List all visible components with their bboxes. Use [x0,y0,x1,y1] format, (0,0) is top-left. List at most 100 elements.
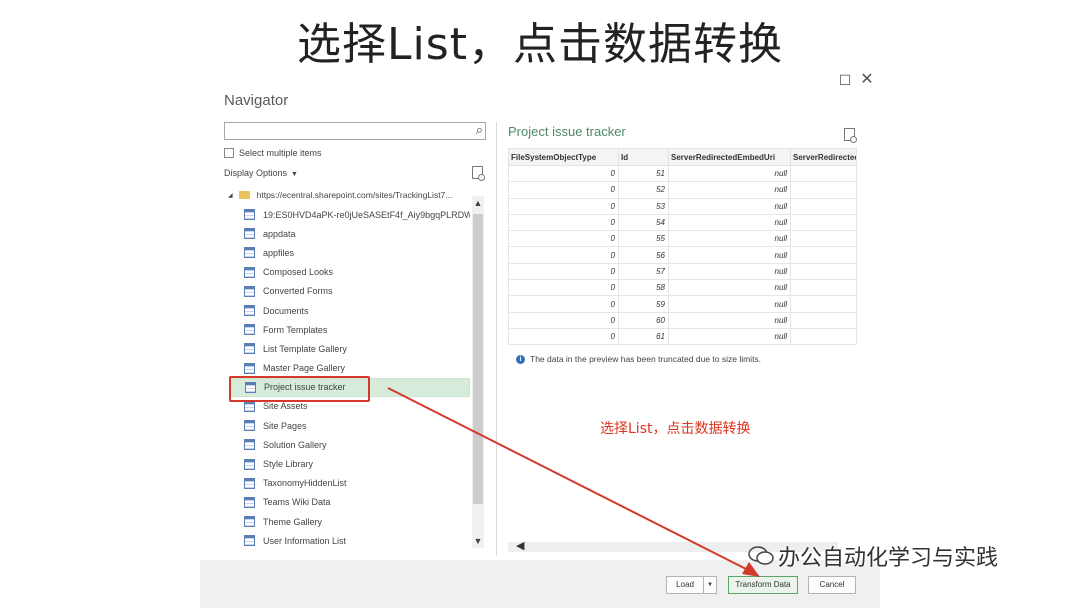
table-icon [244,285,255,297]
slide-title: 选择List，点击数据转换 [297,19,783,70]
table-cell: 57 [618,262,669,281]
table-cell: 0 [508,262,619,281]
scroll-down-icon[interactable]: ▼ [472,536,484,546]
display-options-dropdown[interactable]: Display Options ▼ [224,168,298,178]
table-row: 0 56 null [508,246,857,264]
table-cell: null [668,295,791,313]
table-cell: 0 [508,295,619,313]
search-icon[interactable]: ⌕ [476,122,483,138]
select-multiple-checkbox[interactable] [224,148,234,158]
table-icon [244,496,255,508]
close-icon[interactable]: ✕ [860,69,874,89]
table-row: 0 58 null [508,279,857,297]
display-options-label: Display Options [224,168,288,178]
select-multiple-row[interactable]: Select multiple items [224,148,322,158]
cancel-button[interactable]: Cancel [808,576,856,594]
table-cell: 51 [618,164,669,183]
table-cell: null [668,230,791,248]
selection-highlight-box [229,376,370,402]
table-cell: 52 [618,181,669,199]
tree-item-label: Teams Wiki Data [263,497,331,508]
transform-data-button[interactable]: Transform Data [728,576,798,594]
refresh-document-icon[interactable] [472,166,485,181]
table-cell [790,213,857,232]
column-header[interactable]: ServerRedirectec [790,148,857,166]
tree-item[interactable]: Teams Wiki Data [230,493,470,512]
table-cell [790,311,857,329]
tree-item-label: Site Pages [263,420,307,431]
navigator-dialog: ☐ ✕ Navigator ⌕ Select multiple items Di… [200,66,880,608]
tree-item[interactable]: Site Pages [230,416,470,435]
select-multiple-label: Select multiple items [239,148,322,158]
table-row: 0 52 null [508,181,857,199]
table-icon [244,343,255,355]
tree-root[interactable]: ◢ https://ecentral.sharepoint.com/sites/… [228,190,452,200]
preview-table: FileSystemObjectType Id ServerRedirectedEm… [508,148,857,346]
table-icon [244,324,255,336]
table-cell: 55 [618,230,669,248]
table-row: 0 60 null [508,311,857,329]
table-cell: 0 [508,197,619,215]
column-header[interactable]: Id [618,148,669,166]
tree-item[interactable]: Documents [230,301,470,320]
tree-root-label: https://ecentral.sharepoint.com/sites/Tr… [256,190,453,200]
expand-triangle-icon[interactable]: ◢ [228,192,233,199]
tree-item[interactable]: User Information List [230,531,470,550]
column-header[interactable]: FileSystemObjectType [508,148,619,166]
tree-item[interactable]: TaxonomyHiddenList [230,474,470,493]
tree-item-label: Composed Looks [263,267,334,278]
tree-item[interactable]: List Template Gallery [230,339,470,358]
navigator-scrollbar[interactable]: ▲ ▼ [472,196,484,548]
search-input[interactable]: ⌕ [224,122,486,140]
tree-item-label: Form Templates [263,324,328,335]
tree-item[interactable]: appdata [230,224,470,243]
tree-item[interactable]: Converted Forms [230,282,470,301]
table-cell [790,230,857,248]
table-icon [244,305,255,317]
table-icon [244,228,255,240]
load-button[interactable]: Load [666,576,704,594]
tree-item[interactable]: Theme Gallery [230,512,470,531]
folder-icon [238,191,250,199]
truncated-note: The data in the preview has been truncat… [530,354,762,364]
table-cell: null [668,197,791,215]
table-cell: null [668,311,791,329]
column-header[interactable]: ServerRedirectedEmbedUri [668,148,791,166]
scroll-up-icon[interactable]: ▲ [472,198,484,208]
table-icon [244,477,255,489]
table-cell: 0 [508,311,619,329]
table-icon [244,362,255,374]
table-cell: 0 [508,230,619,248]
maximize-icon[interactable]: ☐ [838,72,852,89]
tree-item-label: appdata [263,228,296,239]
tree-item-label: Theme Gallery [263,516,323,527]
table-icon [244,400,255,412]
tree-item[interactable]: Master Page Gallery [230,359,470,378]
scroll-left-icon[interactable]: ◀ [516,539,524,552]
tree-item[interactable]: Form Templates [230,320,470,339]
wechat-icon [748,546,774,565]
table-row: 0 57 null [508,262,857,281]
caret-down-icon: ▼ [291,171,298,178]
table-cell: null [668,262,791,281]
table-row: 0 61 null [508,327,857,346]
table-icon [244,266,255,278]
tree-item[interactable]: Solution Gallery [230,435,470,454]
tree-item-label: Style Library [263,459,314,470]
tree-item-label: Converted Forms [263,286,333,297]
tree-item[interactable]: Composed Looks [230,263,470,282]
table-cell: 53 [618,197,669,215]
scrollbar-thumb[interactable] [473,214,483,504]
table-row: 0 53 null [508,197,857,215]
tree-item[interactable]: 19:ES0HVD4aPK-re0jUeSASEtF4f_Aiy9bgqPLRD… [230,205,470,224]
table-cell [790,327,857,346]
load-options-icon[interactable]: ▼ [703,576,717,594]
tree-item[interactable]: appfiles [230,243,470,262]
table-row: 0 55 null [508,230,857,248]
preview-document-icon[interactable] [844,128,857,143]
tree-item[interactable]: Style Library [230,454,470,473]
navigator-title: Navigator [224,92,289,109]
table-row: 0 59 null [508,295,857,313]
truncated-info: i The data in the preview has been trunc… [516,354,761,364]
table-cell [790,164,857,183]
